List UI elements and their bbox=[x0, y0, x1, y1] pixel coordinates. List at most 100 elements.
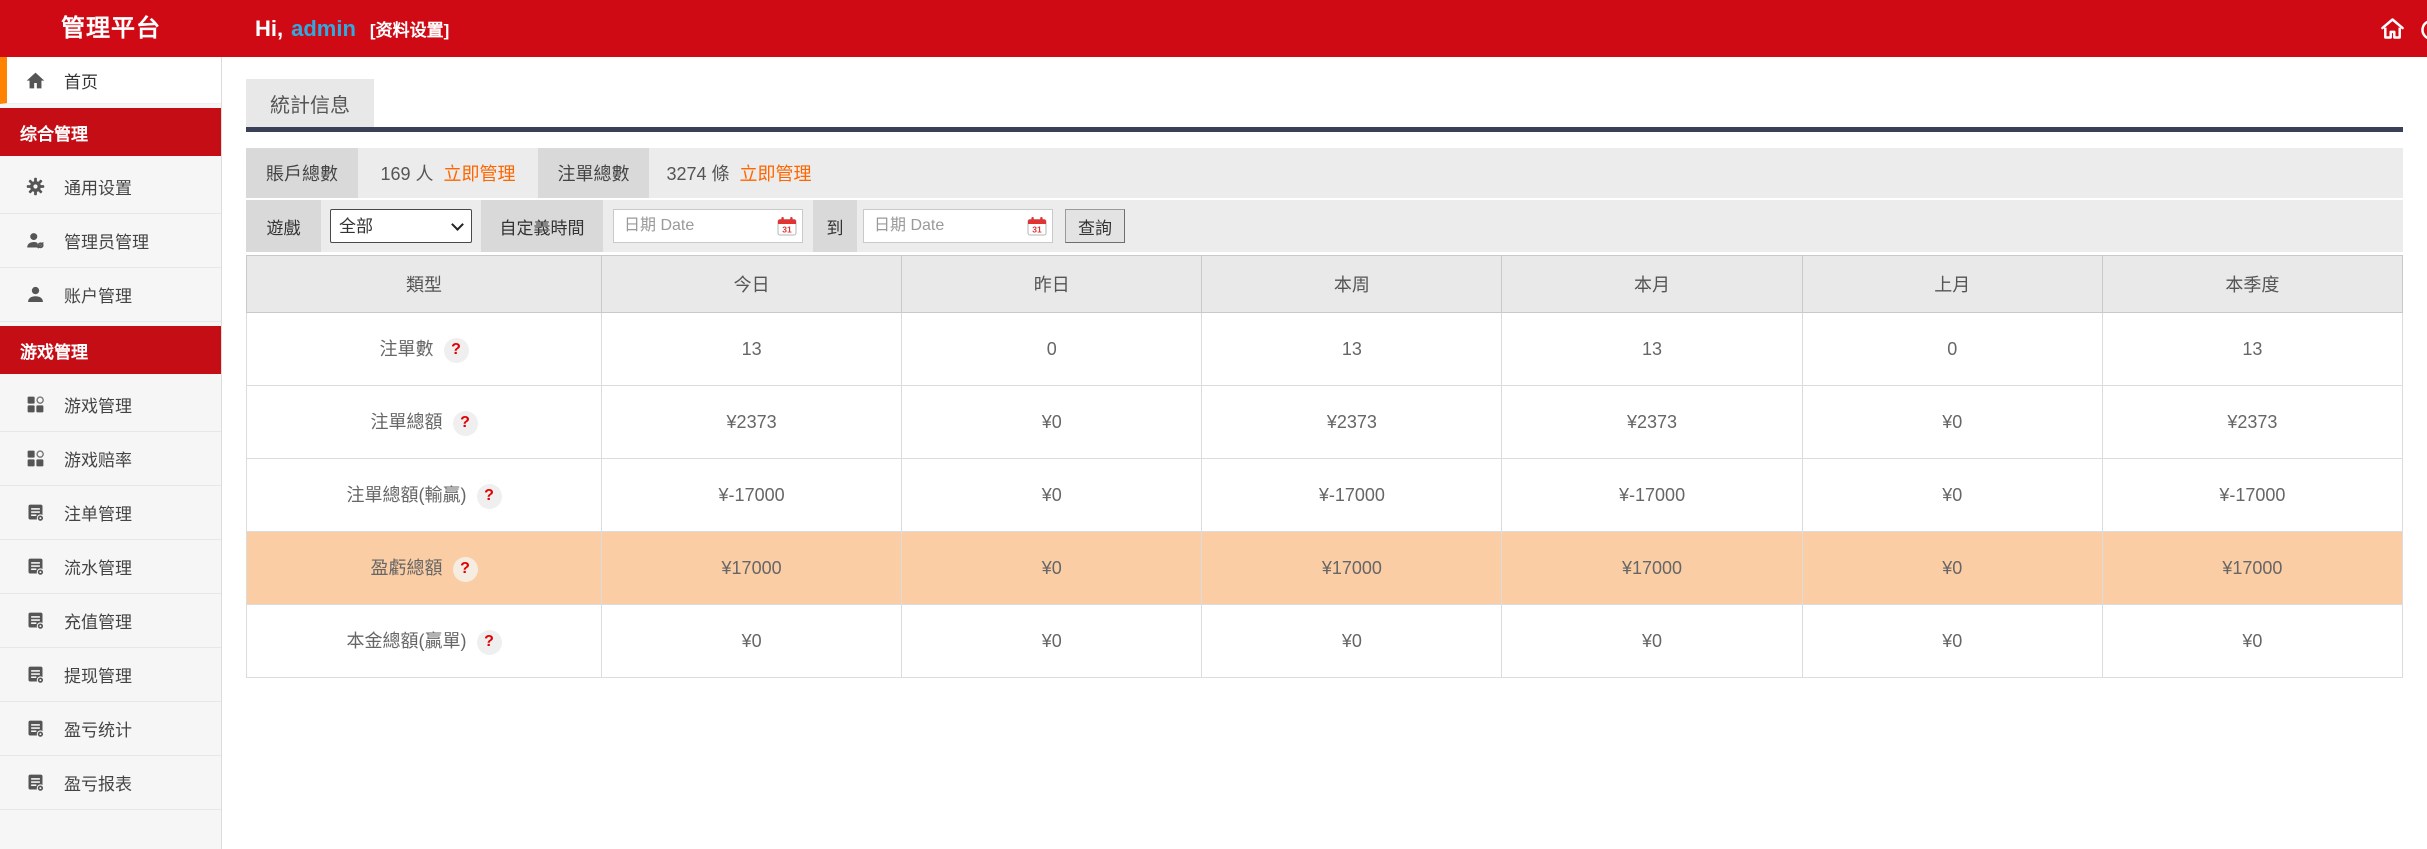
table-body: 注單數? 13 0 13 13 0 13 注單總額? ¥2373 ¥0 ¥2373 ¥2373 ¥0 ¥2… bbox=[246, 312, 2404, 678]
value-cell: ¥0 bbox=[1801, 531, 2103, 605]
value-cell: ¥0 bbox=[901, 604, 1203, 678]
manage-bets-link[interactable]: 立即管理 bbox=[740, 160, 812, 186]
value-cell: 13 bbox=[1201, 312, 1503, 386]
sidebar-item[interactable]: 游戏赔率 bbox=[0, 432, 221, 486]
value-cell: ¥0 bbox=[1801, 458, 2103, 532]
sidebar-item[interactable]: 盈亏报表 bbox=[0, 756, 221, 810]
value-cell: ¥0 bbox=[1201, 604, 1503, 678]
date-to-cell: 31 查詢 bbox=[857, 200, 2403, 252]
table-header-row: 類型 今日 昨日 本周 本月 上月 本季度 bbox=[246, 255, 2404, 313]
main-content: 統計信息 賬戶總數 169 人 立即管理 注單總數 3274 條 立即管理 遊戲… bbox=[222, 57, 2427, 849]
sidebar-item[interactable]: 充值管理 bbox=[0, 594, 221, 648]
value-cell: ¥0 bbox=[2101, 604, 2404, 678]
game-select[interactable]: 全部 bbox=[330, 209, 472, 243]
table-row: 注單總額? ¥2373 ¥0 ¥2373 ¥2373 ¥0 ¥2373 bbox=[246, 385, 2404, 459]
home-icon[interactable] bbox=[2379, 15, 2406, 42]
sidebar-item[interactable]: 账户管理 bbox=[0, 268, 221, 322]
sidebar-item-label: 提现管理 bbox=[64, 667, 132, 686]
help-icon[interactable]: ? bbox=[476, 629, 502, 655]
grid-icon bbox=[24, 448, 46, 470]
help-icon[interactable]: ? bbox=[443, 337, 469, 363]
column-header: 類型 bbox=[246, 255, 602, 313]
sidebar-item-label: 流水管理 bbox=[64, 559, 132, 578]
game-filter-cell: 全部 bbox=[321, 200, 481, 252]
bet-total-label: 注單總數 bbox=[538, 148, 649, 198]
report-icon bbox=[24, 502, 46, 524]
report-icon bbox=[24, 610, 46, 632]
value-cell: 0 bbox=[1801, 312, 2103, 386]
sidebar-section-header[interactable]: 游戏管理 bbox=[0, 326, 221, 374]
value-cell: ¥2373 bbox=[1201, 385, 1503, 459]
value-cell: ¥-17000 bbox=[1201, 458, 1503, 532]
filter-bar: 遊戲 全部 自定義時間 31 到 31 查詢 bbox=[246, 200, 2403, 252]
sidebar-item-home[interactable]: 首页 bbox=[0, 57, 221, 104]
value-cell: ¥-17000 bbox=[600, 458, 903, 532]
custom-time-label: 自定義時間 bbox=[481, 200, 603, 252]
profile-settings-link[interactable]: [资料设置] bbox=[370, 16, 449, 41]
sidebar-item[interactable]: 提现管理 bbox=[0, 648, 221, 702]
user-icon bbox=[24, 284, 46, 306]
value-cell: ¥0 bbox=[1801, 604, 2103, 678]
tab-label: 統計信息 bbox=[270, 94, 350, 117]
statistics-table: 類型 今日 昨日 本周 本月 上月 本季度 注單數? 13 0 13 13 0 13 注單總額? ¥2373… bbox=[246, 255, 2404, 678]
grid-icon bbox=[24, 394, 46, 416]
user-gear-icon bbox=[24, 230, 46, 252]
report-icon bbox=[24, 718, 46, 740]
value-cell: ¥17000 bbox=[1501, 531, 1803, 605]
sidebar-item[interactable]: 通用设置 bbox=[0, 160, 221, 214]
row-type-cell: 注單總額? bbox=[246, 385, 602, 459]
user-greeting: Hi, admin [资料设置] bbox=[255, 0, 449, 57]
report-icon bbox=[24, 556, 46, 578]
report-icon bbox=[24, 664, 46, 686]
logout-power-icon[interactable] bbox=[2418, 15, 2427, 42]
value-cell: ¥0 bbox=[901, 531, 1203, 605]
sidebar-item[interactable]: 注单管理 bbox=[0, 486, 221, 540]
account-total-label: 賬戶總數 bbox=[246, 148, 358, 198]
date-from-cell: 31 bbox=[603, 200, 813, 252]
date-to-input[interactable] bbox=[863, 209, 1053, 243]
table-row: 注單數? 13 0 13 13 0 13 bbox=[246, 312, 2404, 386]
top-header: 管理平台 Hi, admin [资料设置] bbox=[0, 0, 2427, 57]
stats-summary-bar: 賬戶總數 169 人 立即管理 注單總數 3274 條 立即管理 bbox=[246, 148, 2403, 198]
value-cell: 13 bbox=[2101, 312, 2404, 386]
account-total-count: 169 人 bbox=[380, 164, 434, 184]
row-label: 注單總額 bbox=[370, 412, 443, 433]
help-icon[interactable]: ? bbox=[452, 410, 478, 436]
table-row: 注單總額(輸贏)? ¥-17000 ¥0 ¥-17000 ¥-17000 ¥0 ¥-1700… bbox=[246, 458, 2404, 532]
sidebar-item[interactable]: 游戏管理 bbox=[0, 378, 221, 432]
sidebar: 首页 综合管理通用设置管理员管理账户管理游戏管理 游戏管理游戏赔率注单管理流水管理… bbox=[0, 57, 222, 849]
value-cell: ¥-17000 bbox=[2101, 458, 2404, 532]
bet-total-count: 3274 條 bbox=[666, 164, 730, 184]
sidebar-item-label: 游戏赔率 bbox=[64, 451, 132, 470]
query-button[interactable]: 查詢 bbox=[1065, 209, 1125, 243]
row-label: 本金總額(贏單) bbox=[346, 631, 467, 652]
sidebar-item[interactable]: 盈亏统计 bbox=[0, 702, 221, 756]
sidebar-sections: 综合管理通用设置管理员管理账户管理游戏管理 游戏管理游戏赔率注单管理流水管理充值管… bbox=[0, 108, 221, 810]
column-header: 上月 bbox=[1801, 255, 2103, 313]
help-icon[interactable]: ? bbox=[476, 483, 502, 509]
value-cell: ¥-17000 bbox=[1501, 458, 1803, 532]
date-from-input[interactable] bbox=[613, 209, 803, 243]
help-icon[interactable]: ? bbox=[452, 556, 478, 582]
tab-underline bbox=[246, 127, 2403, 132]
sidebar-item[interactable]: 管理员管理 bbox=[0, 214, 221, 268]
sidebar-item-label: 充值管理 bbox=[64, 613, 132, 632]
admin-dashboard: 管理平台 Hi, admin [资料设置] 首页 综合管理通用设置管理员管理账户… bbox=[0, 0, 2427, 849]
manage-accounts-link[interactable]: 立即管理 bbox=[444, 160, 516, 186]
sidebar-item-label: 通用设置 bbox=[64, 179, 132, 198]
username: admin bbox=[291, 15, 356, 41]
column-header: 昨日 bbox=[901, 255, 1203, 313]
sidebar-item-label: 账户管理 bbox=[64, 287, 132, 306]
value-cell: ¥0 bbox=[901, 385, 1203, 459]
row-type-cell: 注單數? bbox=[246, 312, 602, 386]
brand-title: 管理平台 bbox=[61, 15, 161, 42]
value-cell: 13 bbox=[600, 312, 903, 386]
report-icon bbox=[24, 772, 46, 794]
tab-statistics[interactable]: 統計信息 bbox=[246, 79, 374, 127]
value-cell: 0 bbox=[901, 312, 1203, 386]
date-to-label: 到 bbox=[813, 200, 857, 252]
sidebar-item[interactable]: 流水管理 bbox=[0, 540, 221, 594]
sidebar-section-header[interactable]: 综合管理 bbox=[0, 108, 221, 156]
column-header: 本季度 bbox=[2101, 255, 2404, 313]
row-label: 注單總額(輸贏) bbox=[346, 485, 467, 506]
